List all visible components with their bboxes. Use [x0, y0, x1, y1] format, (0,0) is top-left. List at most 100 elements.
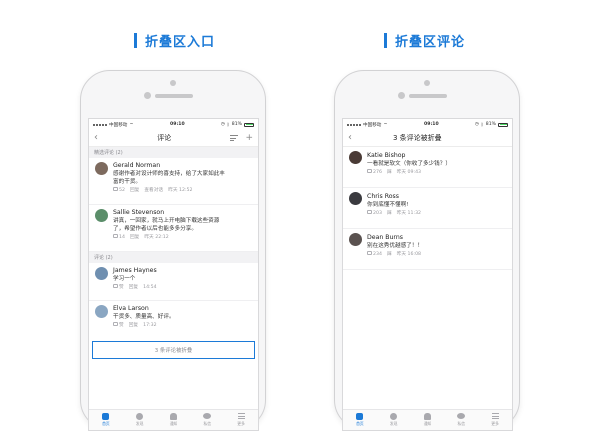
tab-label: 更多	[237, 420, 245, 426]
navigation-bar: ‹ 评论 +	[89, 130, 258, 147]
reply-button[interactable]: 回复	[130, 186, 139, 195]
tab-label: 首页	[356, 421, 364, 427]
like-button[interactable]: 203	[367, 209, 382, 218]
bluetooth-icon: ᛒ	[227, 122, 230, 128]
chevron-left-icon[interactable]: ‹	[348, 133, 393, 143]
comment-text: 一看就是软文（你收了多少钱？）	[367, 161, 451, 167]
like-count: 276	[373, 170, 382, 175]
tab-more[interactable]: 更多	[229, 413, 253, 427]
reply-button[interactable]: 回复	[129, 321, 138, 330]
status-time: 09:10	[170, 122, 185, 127]
comment-text: 干货多、质量高、好评。	[113, 314, 175, 320]
tab-label: 私信	[457, 420, 466, 426]
folded-comments-entry[interactable]: 3 条评论被折叠	[92, 341, 255, 359]
battery-icon	[244, 122, 254, 127]
tab-label: 发现	[135, 421, 144, 427]
battery-percent: 81%	[485, 122, 496, 127]
avatar[interactable]	[95, 209, 108, 222]
comment-text: 讲真，一回家，就马上开电脑下载这些资源	[113, 218, 220, 224]
comment-item[interactable]: Elva Larson 干货多、质量高、好评。 赞 回复 17:32	[89, 301, 258, 339]
like-button[interactable]: 52	[113, 186, 125, 195]
comment-time: 昨天 09:43	[396, 170, 422, 175]
right-heading: 折叠区评论	[384, 30, 465, 50]
comment-item[interactable]: Gerald Norman 感谢作者对设计师的喜支持，给了大家如此丰 富的干货。…	[89, 158, 258, 205]
comment-item[interactable]: Dean Burns 别在这秀优越感了！！ 234 踩 昨天 16:08	[343, 229, 512, 270]
comment-time: 昨天 12:52	[168, 188, 193, 193]
comment-item[interactable]: Katie Bishop 一看就是软文（你收了多少钱？） 276 踩 昨天 09…	[343, 147, 512, 188]
wifi-icon: ⌔	[129, 122, 134, 128]
comment-text: 感谢作者对设计师的喜支持，给了大家如此丰	[113, 171, 225, 177]
sort-icon[interactable]	[230, 134, 239, 143]
comment-author[interactable]: Sallie Stevenson	[113, 208, 253, 217]
like-button[interactable]: 赞	[113, 283, 124, 292]
carrier-label: 中国移动	[109, 122, 128, 128]
thumb-up-icon	[113, 322, 118, 326]
heading-accent-bar	[134, 32, 137, 48]
thumb-up-icon	[113, 187, 118, 191]
thumb-up-icon	[367, 169, 372, 173]
bluetooth-icon: ᛒ	[481, 122, 484, 128]
signal-icon	[93, 123, 107, 126]
tab-messages[interactable]: 私信	[195, 413, 219, 427]
menu-icon	[237, 413, 245, 420]
comment-time: 昨天 11:32	[396, 211, 422, 216]
comment-text: 富的干货。	[113, 179, 141, 185]
like-label: 赞	[119, 285, 124, 290]
reply-button[interactable]: 回复	[129, 283, 138, 292]
signal-icon	[347, 123, 361, 126]
right-screen: 中国移动 ⌔ 09:10 ◷ ᛒ 81% ‹ 3 条评论被折叠 Katie Bi…	[342, 118, 513, 431]
dislike-button[interactable]: 踩	[387, 250, 392, 259]
tab-messages[interactable]: 私信	[449, 413, 473, 427]
like-button[interactable]: 234	[367, 250, 382, 259]
alarm-icon: ◷	[475, 122, 480, 127]
battery-percent: 81%	[231, 122, 242, 127]
like-label: 赞	[119, 323, 124, 328]
avatar[interactable]	[95, 267, 108, 280]
dislike-button[interactable]: 踩	[387, 209, 392, 218]
comment-author[interactable]: Katie Bishop	[367, 151, 507, 160]
comment-author[interactable]: Chris Ross	[367, 192, 507, 201]
alarm-icon: ◷	[221, 122, 226, 127]
comment-item[interactable]: James Haynes 学习一个 赞 回复 14:54	[89, 263, 258, 301]
comment-author[interactable]: Dean Burns	[367, 233, 507, 242]
avatar[interactable]	[349, 192, 362, 205]
tab-label: 更多	[491, 420, 499, 426]
home-icon	[102, 412, 110, 420]
avatar[interactable]	[349, 233, 362, 246]
dislike-button[interactable]: 踩	[387, 168, 392, 177]
avatar[interactable]	[349, 151, 362, 164]
heading-text: 折叠区评论	[395, 34, 466, 50]
comment-item[interactable]: Sallie Stevenson 讲真，一回家，就马上开电脑下载这些资源 了，希…	[89, 205, 258, 252]
comment-author[interactable]: James Haynes	[113, 266, 253, 275]
comment-author[interactable]: Gerald Norman	[113, 161, 253, 170]
avatar[interactable]	[95, 305, 108, 318]
home-icon	[356, 412, 364, 420]
like-button[interactable]: 14	[113, 233, 125, 242]
view-thread-link[interactable]: 查看对话	[144, 186, 163, 195]
phone-sensor	[424, 80, 430, 86]
tab-more[interactable]: 更多	[483, 413, 507, 427]
comment-author[interactable]: Elva Larson	[113, 304, 253, 313]
like-count: 203	[373, 211, 382, 216]
carrier-label: 中国移动	[363, 122, 382, 128]
phone-speaker	[409, 94, 447, 98]
like-count: 14	[119, 235, 125, 240]
like-button[interactable]: 276	[367, 168, 382, 177]
phone-camera	[144, 92, 151, 99]
avatar[interactable]	[95, 162, 108, 175]
comment-item[interactable]: Chris Ross 你到底懂不懂啊! 203 踩 昨天 11:32	[343, 188, 512, 229]
like-count: 52	[119, 188, 125, 193]
comment-time: 17:32	[143, 323, 157, 328]
plus-icon[interactable]: +	[245, 133, 253, 143]
menu-icon	[491, 413, 499, 420]
right-phone-frame: 中国移动 ⌔ 09:10 ◷ ᛒ 81% ‹ 3 条评论被折叠 Katie Bi…	[334, 70, 520, 431]
like-button[interactable]: 赞	[113, 321, 124, 330]
comment-text: 别在这秀优越感了！！	[367, 243, 423, 249]
thumb-up-icon	[113, 234, 118, 238]
wifi-icon: ⌔	[383, 122, 388, 128]
message-icon	[203, 413, 212, 420]
page-title: 3 条评论被折叠	[393, 134, 442, 142]
thumb-up-icon	[367, 210, 372, 214]
chevron-left-icon[interactable]: ‹	[94, 133, 98, 143]
reply-button[interactable]: 回复	[130, 233, 139, 242]
